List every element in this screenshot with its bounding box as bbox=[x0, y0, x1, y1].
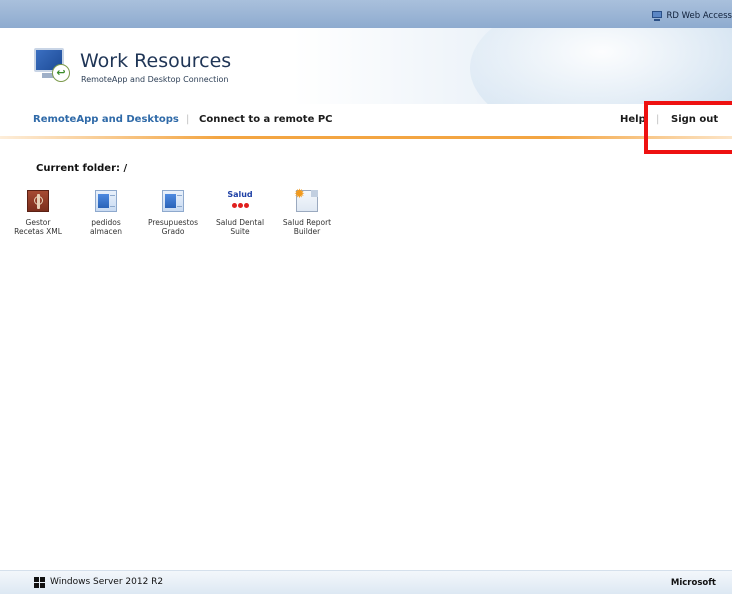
rd-web-access-page: RD Web Access ↩ Work Resources RemoteApp… bbox=[0, 0, 732, 594]
globe-background bbox=[470, 28, 732, 104]
nav-separator: | bbox=[186, 114, 190, 125]
top-strip: RD Web Access bbox=[0, 0, 732, 28]
app-label: Salud Dental Suite bbox=[215, 218, 265, 236]
app-salud-dental-suite[interactable]: Salud Salud Dental Suite bbox=[210, 190, 270, 236]
app-pedidos-almacen[interactable]: pedidos almacen bbox=[76, 190, 136, 236]
footer: Windows Server 2012 R2 Microsoft bbox=[0, 570, 732, 594]
help-link[interactable]: Help bbox=[620, 114, 646, 125]
app-label: Salud Report Builder bbox=[282, 218, 332, 236]
window-app-icon bbox=[162, 190, 184, 212]
windows-server-label: Windows Server 2012 R2 bbox=[50, 577, 164, 587]
rd-web-access-link[interactable]: RD Web Access bbox=[651, 9, 732, 23]
page-title: Work Resources bbox=[80, 50, 232, 72]
sign-out-highlight-box bbox=[644, 101, 732, 154]
app-gestor-recetas-xml[interactable]: Gestor Recetas XML bbox=[8, 190, 68, 236]
rd-web-access-label: RD Web Access bbox=[666, 11, 732, 21]
tab-connect-to-remote-pc[interactable]: Connect to a remote PC bbox=[199, 114, 333, 125]
windows-logo-icon bbox=[34, 577, 46, 589]
computer-icon bbox=[651, 10, 663, 22]
nav-bar: RemoteApp and Desktops | Connect to a re… bbox=[0, 104, 732, 136]
current-folder-label: Current folder: / bbox=[36, 163, 128, 174]
app-presupuestos-grado[interactable]: Presupuestos Grado bbox=[143, 190, 203, 236]
app-label: Presupuestos Grado bbox=[147, 218, 199, 236]
caduceus-icon bbox=[27, 190, 49, 212]
accent-divider bbox=[0, 136, 732, 139]
app-label: pedidos almacen bbox=[89, 218, 123, 236]
app-salud-report-builder[interactable]: ✹ Salud Report Builder bbox=[277, 187, 337, 236]
report-builder-icon: ✹ bbox=[294, 187, 318, 212]
remote-desktop-logo-icon: ↩ bbox=[32, 46, 72, 84]
header: ↩ Work Resources RemoteApp and Desktop C… bbox=[0, 28, 732, 104]
window-app-icon bbox=[95, 190, 117, 212]
app-label: Gestor Recetas XML bbox=[14, 218, 62, 236]
microsoft-label: Microsoft bbox=[670, 578, 716, 588]
tab-remoteapp-and-desktops[interactable]: RemoteApp and Desktops bbox=[33, 114, 179, 125]
salud-logo-icon: Salud bbox=[225, 190, 255, 212]
page-subtitle: RemoteApp and Desktop Connection bbox=[81, 75, 229, 84]
